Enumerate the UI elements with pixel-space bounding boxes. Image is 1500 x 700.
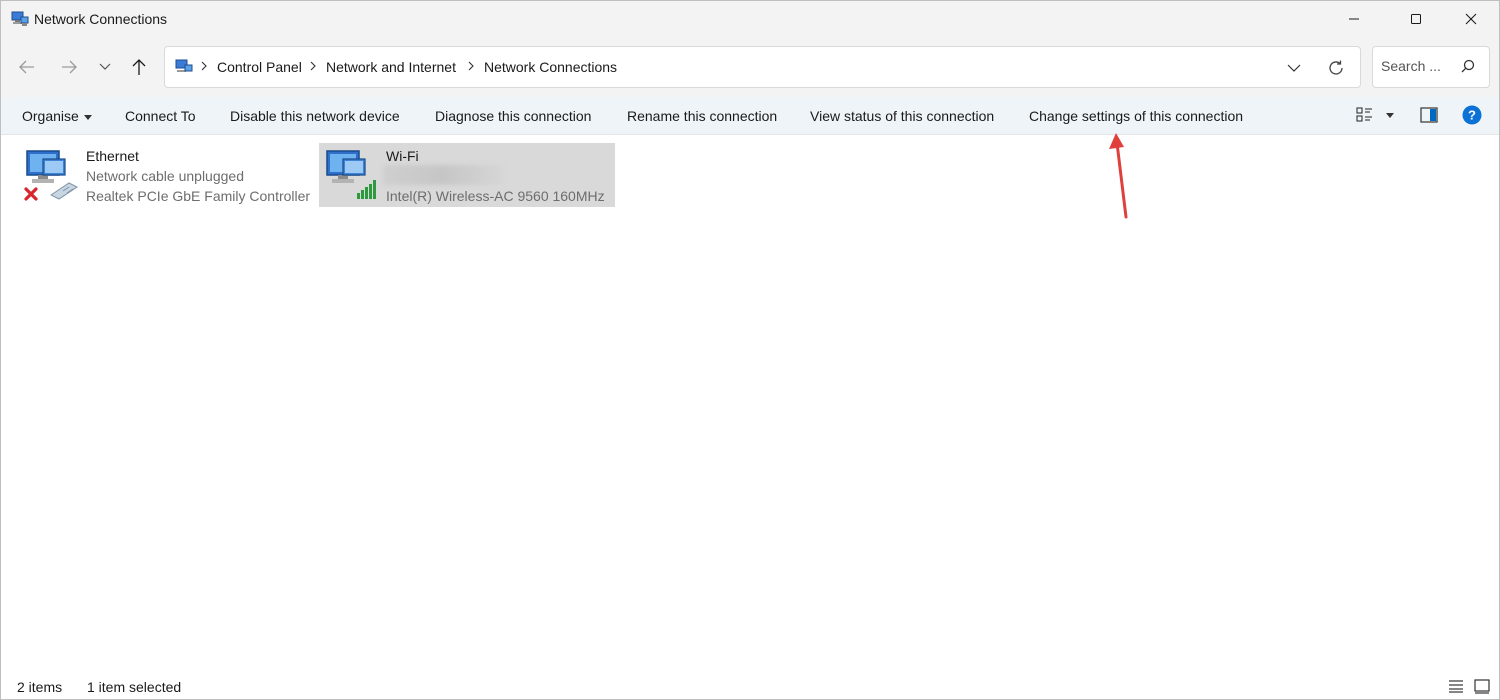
view-options-button[interactable] bbox=[1354, 105, 1396, 125]
wifi-adapter-icon bbox=[326, 150, 376, 199]
svg-text:?: ? bbox=[1468, 108, 1476, 123]
caret-down-icon bbox=[83, 114, 92, 120]
maximize-icon bbox=[1411, 14, 1421, 24]
list-item-ethernet[interactable]: Ethernet Network cable unplugged Realtek… bbox=[19, 143, 311, 207]
connections-list: Ethernet Network cable unplugged Realtek… bbox=[1, 135, 1499, 669]
command-bar: Organise Connect To Disable this network… bbox=[1, 97, 1499, 135]
refresh-button[interactable] bbox=[1325, 58, 1347, 78]
disable-device-button[interactable]: Disable this network device bbox=[230, 108, 400, 124]
explorer-window: Network Connections Control Panel Networ… bbox=[0, 0, 1500, 700]
network-connections-icon bbox=[11, 11, 29, 26]
chevron-right-icon[interactable] bbox=[308, 58, 318, 74]
view-layout-icon bbox=[1356, 107, 1372, 122]
breadcrumb-network-connections[interactable]: Network Connections bbox=[484, 59, 617, 75]
help-button[interactable]: ? bbox=[1462, 105, 1482, 125]
organise-label: Organise bbox=[22, 108, 79, 124]
arrow-up-icon bbox=[132, 59, 146, 75]
back-button[interactable] bbox=[13, 53, 41, 81]
connection-name: Wi-Fi bbox=[386, 148, 419, 164]
preview-pane-button[interactable] bbox=[1419, 105, 1439, 125]
address-row: Control Panel Network and Internet Netwo… bbox=[1, 37, 1499, 97]
chevron-right-icon[interactable] bbox=[199, 58, 209, 74]
up-button[interactable] bbox=[125, 53, 153, 81]
selection-count: 1 item selected bbox=[87, 679, 182, 695]
annotation-arrow bbox=[1109, 133, 1128, 219]
minimize-button[interactable] bbox=[1326, 1, 1382, 37]
chevron-right-icon[interactable] bbox=[466, 58, 476, 74]
connect-to-button[interactable]: Connect To bbox=[125, 108, 196, 124]
arrow-left-icon bbox=[19, 60, 34, 74]
title-bar: Network Connections bbox=[1, 1, 1499, 37]
item-count: 2 items bbox=[17, 679, 63, 695]
search-box[interactable] bbox=[1372, 46, 1490, 88]
maximize-button[interactable] bbox=[1388, 1, 1444, 37]
status-bar: 2 items 1 item selected bbox=[1, 669, 1499, 699]
details-view-icon[interactable] bbox=[1447, 678, 1465, 694]
recent-locations-button[interactable] bbox=[91, 53, 119, 81]
preview-pane-icon bbox=[1420, 107, 1438, 123]
connection-device: Intel(R) Wireless-AC 9560 160MHz bbox=[386, 188, 605, 204]
help-icon: ? bbox=[1462, 105, 1482, 125]
arrow-right-icon bbox=[62, 60, 77, 74]
rename-connection-button[interactable]: Rename this connection bbox=[627, 108, 777, 124]
diagnose-connection-button[interactable]: Diagnose this connection bbox=[435, 108, 591, 124]
search-input[interactable] bbox=[1381, 58, 1457, 74]
address-bar[interactable]: Control Panel Network and Internet Netwo… bbox=[164, 46, 1361, 88]
refresh-icon bbox=[1329, 60, 1343, 75]
forward-button[interactable] bbox=[55, 53, 83, 81]
search-icon[interactable] bbox=[1459, 58, 1477, 76]
minimize-icon bbox=[1349, 18, 1359, 20]
breadcrumb-network-and-internet[interactable]: Network and Internet bbox=[326, 59, 456, 75]
close-icon bbox=[1465, 13, 1477, 25]
caret-down-icon bbox=[1386, 112, 1394, 118]
connection-device: Realtek PCIe GbE Family Controller bbox=[86, 188, 311, 204]
network-connections-icon bbox=[175, 59, 193, 72]
ethernet-disconnected-icon bbox=[24, 150, 78, 201]
list-item-wifi[interactable]: Wi-Fi Intel(R) Wireless-AC 9560 160MHz bbox=[319, 143, 615, 207]
breadcrumb-control-panel[interactable]: Control Panel bbox=[217, 59, 302, 75]
connection-name: Ethernet bbox=[86, 148, 139, 164]
close-button[interactable] bbox=[1443, 1, 1499, 37]
view-status-button[interactable]: View status of this connection bbox=[810, 108, 994, 124]
address-history-button[interactable] bbox=[1282, 59, 1306, 77]
chevron-down-icon bbox=[99, 63, 111, 70]
change-settings-button[interactable]: Change settings of this connection bbox=[1029, 108, 1243, 124]
redacted-network-name bbox=[383, 165, 503, 185]
large-icons-view-icon[interactable] bbox=[1473, 678, 1491, 694]
window-title: Network Connections bbox=[34, 11, 168, 27]
chevron-down-icon bbox=[1287, 64, 1301, 72]
organise-menu[interactable]: Organise bbox=[22, 108, 92, 124]
connection-status: Network cable unplugged bbox=[86, 168, 244, 184]
